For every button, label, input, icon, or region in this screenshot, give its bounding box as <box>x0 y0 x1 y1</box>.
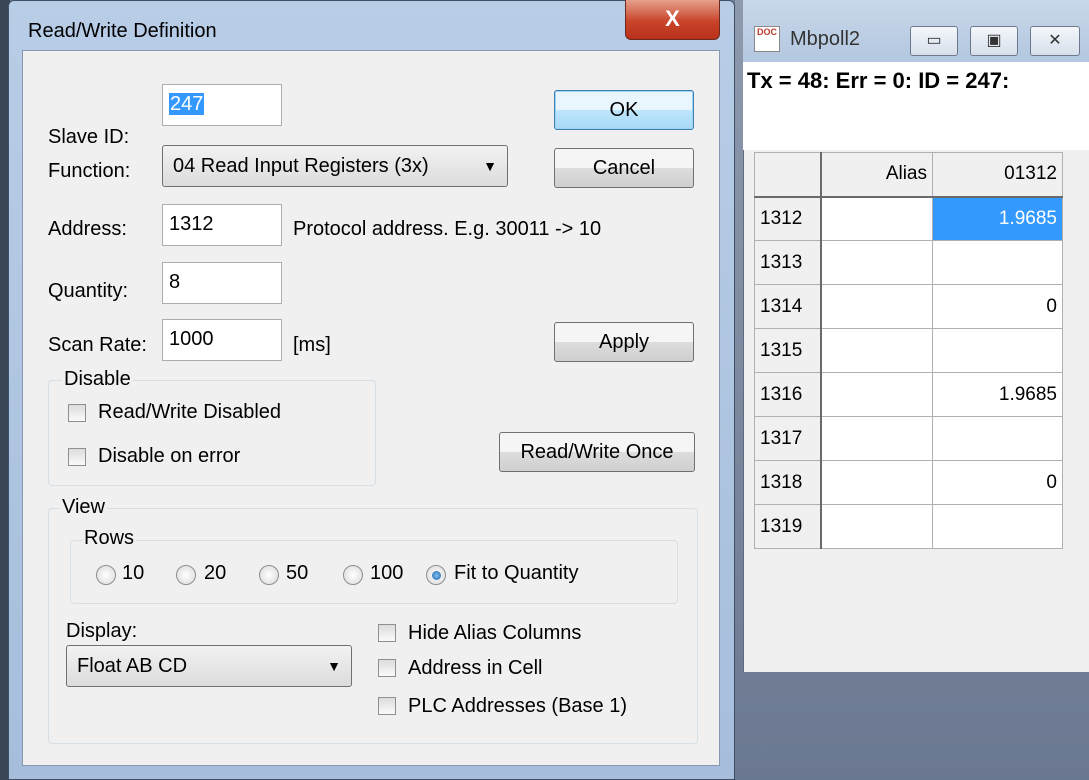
row-header[interactable]: 1318 <box>754 460 822 505</box>
read-write-disabled-checkbox[interactable] <box>68 404 86 422</box>
alias-cell[interactable] <box>820 240 933 285</box>
table-row: 1318 0 <box>754 460 1063 505</box>
display-label: Display: <box>66 620 138 642</box>
plc-addresses-checkbox[interactable] <box>378 697 396 715</box>
value-cell[interactable] <box>932 416 1063 461</box>
document-icon: DOC <box>754 26 780 52</box>
address-in-cell-checkbox[interactable] <box>378 659 396 677</box>
chevron-down-icon: ▼ <box>483 158 497 174</box>
disable-groupbox <box>48 380 376 486</box>
alias-cell[interactable] <box>820 504 933 549</box>
display-value: Float AB CD <box>77 655 188 677</box>
apply-button[interactable]: Apply <box>554 322 694 362</box>
view-group-legend: View <box>60 496 107 519</box>
address-input[interactable]: 1312 <box>162 204 282 246</box>
value-cell[interactable]: 0 <box>932 284 1063 329</box>
rows-radio-50[interactable] <box>259 565 279 585</box>
alias-cell[interactable] <box>820 196 933 241</box>
read-write-once-button[interactable]: Read/Write Once <box>499 432 695 472</box>
maximize-icon[interactable]: ▣ <box>970 26 1018 56</box>
close-button[interactable]: X <box>625 0 720 40</box>
value-column-header[interactable]: 01312 <box>932 152 1063 198</box>
rows-option-100: 100 <box>370 562 404 584</box>
value-cell[interactable] <box>932 328 1063 373</box>
alias-column-header[interactable]: Alias <box>820 152 933 198</box>
plc-addresses-label: PLC Addresses (Base 1) <box>408 695 627 717</box>
alias-cell[interactable] <box>820 284 933 329</box>
table-row: 1317 <box>754 416 1063 461</box>
corner-header <box>754 152 822 198</box>
rows-radio-100[interactable] <box>343 565 363 585</box>
status-text: Tx = 48: Err = 0: ID = 247: <box>747 68 1010 93</box>
rows-radio-10[interactable] <box>96 565 116 585</box>
address-label: Address: <box>48 218 127 240</box>
dialog-title: Read/Write Definition <box>28 20 217 42</box>
address-hint: Protocol address. E.g. 30011 -> 10 <box>293 218 602 240</box>
read-write-disabled-label: Read/Write Disabled <box>98 401 282 423</box>
grid-header-row: Alias 01312 <box>754 152 1063 198</box>
alias-cell[interactable] <box>820 416 933 461</box>
table-row: 1313 <box>754 240 1063 285</box>
function-label: Function: <box>48 160 131 182</box>
row-header[interactable]: 1316 <box>754 372 822 417</box>
disable-group-legend: Disable <box>62 368 133 391</box>
value-cell[interactable] <box>932 504 1063 549</box>
minimize-icon[interactable]: ▭ <box>910 26 958 56</box>
value-cell[interactable]: 1.9685 <box>932 372 1063 417</box>
rows-group-legend: Rows <box>82 527 137 550</box>
rows-radio-20[interactable] <box>176 565 196 585</box>
slave-id-value: 247 <box>169 93 205 115</box>
function-select[interactable]: 04 Read Input Registers (3x) ▼ <box>162 145 508 187</box>
register-grid: Alias 01312 1312 1.9685 1313 1314 0 1315… <box>754 152 1063 549</box>
rows-option-20: 20 <box>204 562 227 584</box>
cancel-button[interactable]: Cancel <box>554 148 694 188</box>
hide-alias-columns-label: Hide Alias Columns <box>408 622 582 644</box>
display-select[interactable]: Float AB CD ▼ <box>66 645 352 687</box>
rows-option-50: 50 <box>286 562 309 584</box>
row-header[interactable]: 1317 <box>754 416 822 461</box>
value-cell[interactable]: 0 <box>932 460 1063 505</box>
rows-option-10: 10 <box>122 562 145 584</box>
scan-rate-input[interactable]: 1000 <box>162 319 282 361</box>
function-value: 04 Read Input Registers (3x) <box>173 155 429 177</box>
slave-id-label: Slave ID: <box>48 126 130 148</box>
disable-on-error-checkbox[interactable] <box>68 448 86 466</box>
close-icon[interactable]: ✕ <box>1030 26 1080 56</box>
row-header[interactable]: 1319 <box>754 504 822 549</box>
disable-on-error-label: Disable on error <box>98 445 241 467</box>
row-header[interactable]: 1312 <box>754 196 822 241</box>
table-row: 1315 <box>754 328 1063 373</box>
mbpoll-title: Mbpoll2 <box>790 28 861 50</box>
alias-cell[interactable] <box>820 328 933 373</box>
hide-alias-columns-checkbox[interactable] <box>378 624 396 642</box>
value-cell[interactable] <box>932 240 1063 285</box>
table-row: 1319 <box>754 504 1063 549</box>
alias-cell[interactable] <box>820 460 933 505</box>
scan-rate-label: Scan Rate: <box>48 334 147 356</box>
row-header[interactable]: 1313 <box>754 240 822 285</box>
ok-button[interactable]: OK <box>554 90 694 130</box>
address-in-cell-label: Address in Cell <box>408 657 543 679</box>
chevron-down-icon: ▼ <box>327 658 341 674</box>
slave-id-input[interactable]: 247 <box>162 84 282 126</box>
scan-rate-unit: [ms] <box>293 334 331 356</box>
quantity-input[interactable]: 8 <box>162 262 282 304</box>
rows-radio-fit-to-quantity[interactable] <box>426 565 446 585</box>
quantity-label: Quantity: <box>48 280 129 302</box>
row-header[interactable]: 1314 <box>754 284 822 329</box>
table-row: 1316 1.9685 <box>754 372 1063 417</box>
value-cell[interactable]: 1.9685 <box>932 196 1063 241</box>
row-header[interactable]: 1315 <box>754 328 822 373</box>
alias-cell[interactable] <box>820 372 933 417</box>
table-row: 1312 1.9685 <box>754 196 1063 241</box>
rows-option-fit-to-quantity: Fit to Quantity <box>454 562 579 584</box>
table-row: 1314 0 <box>754 284 1063 329</box>
